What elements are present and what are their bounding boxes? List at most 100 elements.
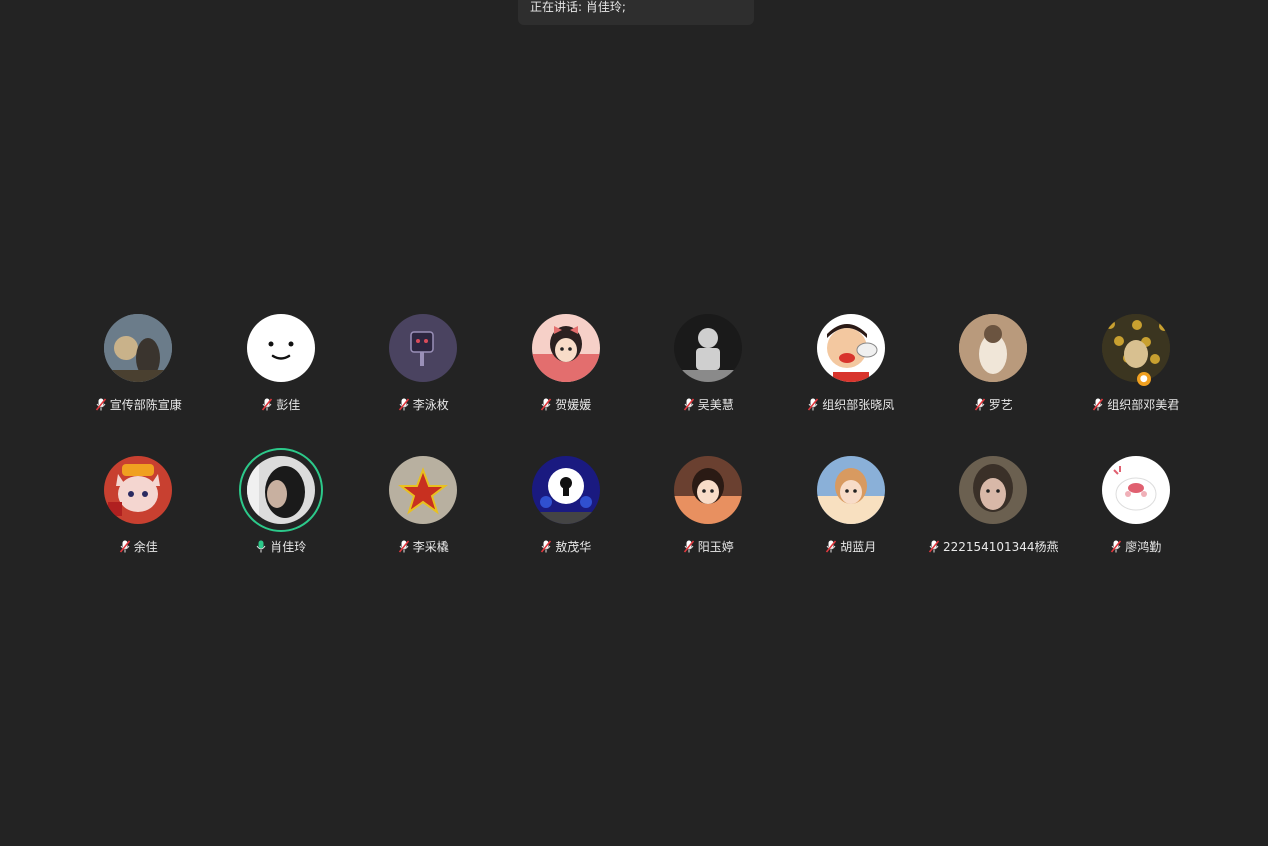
participant-name-row: 李采橇 (398, 538, 449, 555)
participant-tile[interactable]: 罗艺 (922, 314, 1065, 456)
mic-active-icon (255, 540, 267, 553)
baby-photo-icon[interactable] (959, 314, 1028, 382)
speaking-name: 肖佳玲; (585, 0, 626, 14)
participant-tile[interactable]: 李泳枚 (352, 314, 495, 456)
smiley-face-icon[interactable] (246, 314, 315, 382)
participant-name: 阳玉婷 (697, 540, 734, 554)
mic-muted-icon (398, 540, 410, 553)
participant-name: 组织部邓美君 (1107, 398, 1180, 412)
participant-tile[interactable]: 222154101344杨燕 (922, 456, 1065, 598)
speaking-indicator-banner: 正在讲话: 肖佳玲; (518, 0, 754, 25)
mic-muted-icon (807, 398, 819, 411)
participant-name: 廖鸿勤 (1125, 540, 1162, 554)
participant-name-row: 胡蓝月 (825, 538, 876, 555)
anime-girl-bow-icon[interactable] (531, 314, 600, 382)
astronaut-icon[interactable] (674, 314, 743, 382)
photo-flowers-icon[interactable] (1101, 314, 1170, 382)
participant-tile[interactable]: 吴美慧 (637, 314, 780, 456)
mic-muted-icon (95, 398, 107, 411)
participant-name: 宣传部陈宣康 (109, 398, 182, 412)
participant-name-row: 李泳枚 (398, 396, 449, 413)
mic-muted-icon (540, 540, 552, 553)
participant-name: 肖佳玲 (270, 540, 307, 554)
tiger-cat-icon[interactable] (104, 456, 173, 524)
participant-name-row: 组织部邓美君 (1092, 396, 1179, 413)
anime-girl-sunset-icon[interactable] (674, 456, 743, 524)
participant-name-row: 罗艺 (974, 396, 1013, 413)
participant-tile[interactable]: 组织部张晓凤 (780, 314, 923, 456)
cute-bunny-icon[interactable] (1101, 456, 1170, 524)
mic-muted-icon (119, 540, 131, 553)
avatar-container (524, 448, 608, 532)
participant-name: 222154101344杨燕 (942, 540, 1059, 554)
participant-grid: 宣传部陈宣康 彭佳 李泳枚 贺媛媛 吴美慧 组织部张晓凤 罗艺 ● 组织部邓美君余佳 肖佳玲 李采橇… (67, 314, 1207, 598)
participant-name-row: 宣传部陈宣康 (95, 396, 182, 413)
robot-tv-icon[interactable] (389, 314, 458, 382)
participant-tile[interactable]: 余佳 (67, 456, 210, 598)
participant-name: 贺媛媛 (555, 398, 592, 412)
girl-portrait-icon[interactable] (959, 456, 1028, 524)
avatar-container (96, 448, 180, 532)
avatar-container (381, 306, 465, 390)
mic-muted-icon (825, 540, 837, 553)
avatar-container (239, 306, 323, 390)
avatar-container (381, 448, 465, 532)
participant-name-row: 廖鸿勤 (1110, 538, 1161, 555)
participant-name-row: 组织部张晓凤 (807, 396, 894, 413)
mic-muted-icon (974, 398, 986, 411)
avatar-container (238, 448, 323, 532)
mic-muted-icon (683, 540, 695, 553)
participant-name: 彭佳 (276, 398, 301, 412)
avatar-container (951, 306, 1035, 390)
participant-tile[interactable]: 廖鸿勤 (1065, 456, 1208, 598)
avatar-container (666, 448, 750, 532)
participant-name: 吴美慧 (697, 398, 734, 412)
participant-name: 敖茂华 (555, 540, 592, 554)
anime-girl-sky-icon[interactable] (816, 456, 885, 524)
participant-name-row: 余佳 (119, 538, 158, 555)
participant-name-row: 彭佳 (261, 396, 300, 413)
participant-tile[interactable]: 敖茂华 (495, 456, 638, 598)
participant-name-row: 敖茂华 (540, 538, 591, 555)
participant-name-row: 肖佳玲 (255, 538, 306, 555)
participant-tile[interactable]: ● 组织部邓美君 (1065, 314, 1208, 456)
avatar-container (951, 448, 1035, 532)
participant-tile[interactable]: 胡蓝月 (780, 456, 923, 598)
mic-muted-icon (1092, 398, 1104, 411)
avatar-container (1094, 448, 1178, 532)
mic-muted-icon (398, 398, 410, 411)
participant-tile[interactable]: 彭佳 (210, 314, 353, 456)
participant-name: 组织部张晓凤 (822, 398, 895, 412)
participant-name-row: 阳玉婷 (683, 538, 734, 555)
participant-tile[interactable]: 肖佳玲 (210, 448, 353, 598)
mic-muted-icon (1110, 540, 1122, 553)
mic-muted-icon (540, 398, 552, 411)
host-badge-icon: ● (1136, 372, 1151, 386)
cartoon-boy-eating-icon[interactable] (816, 314, 885, 382)
participant-name-row: 贺媛媛 (540, 396, 591, 413)
avatar-container (524, 306, 608, 390)
participant-tile[interactable]: 李采橇 (352, 456, 495, 598)
avatar-container (809, 448, 893, 532)
participant-tile[interactable]: 阳玉婷 (637, 456, 780, 598)
avatar-container: ● (1094, 306, 1178, 390)
participant-name: 余佳 (133, 540, 158, 554)
participant-name: 胡蓝月 (840, 540, 877, 554)
participant-name-row: 吴美慧 (683, 396, 734, 413)
girl-hood-photo-icon[interactable] (246, 456, 315, 524)
speaking-label: 正在讲话: (530, 0, 583, 14)
red-star-icon[interactable] (389, 456, 458, 524)
avatar-container (666, 306, 750, 390)
keyhole-ghost-icon[interactable] (531, 456, 600, 524)
photo-person-sunset-icon[interactable] (104, 314, 173, 382)
mic-muted-icon (261, 398, 273, 411)
participant-tile[interactable]: 宣传部陈宣康 (67, 314, 210, 456)
participant-tile[interactable]: 贺媛媛 (495, 314, 638, 456)
mic-muted-icon (683, 398, 695, 411)
avatar-container (96, 306, 180, 390)
participant-name-row: 222154101344杨燕 (928, 538, 1059, 555)
mic-muted-icon (928, 540, 940, 553)
avatar-container (809, 306, 893, 390)
participant-name: 李采橇 (412, 540, 449, 554)
participant-name: 李泳枚 (412, 398, 449, 412)
